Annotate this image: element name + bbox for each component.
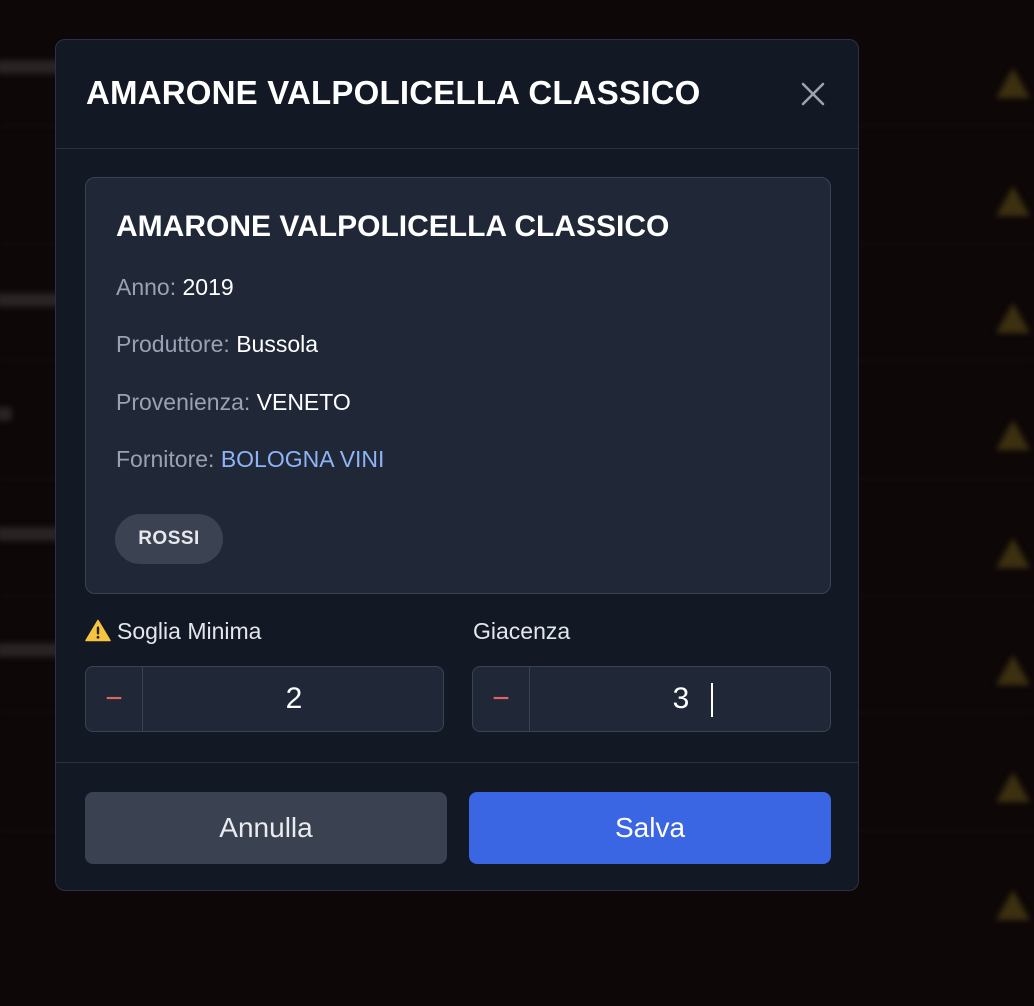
footer-divider xyxy=(56,762,858,763)
origin-label: Provenienza: xyxy=(116,389,251,415)
cancel-button[interactable]: Annulla xyxy=(85,792,447,864)
background-warning-icon xyxy=(996,420,1030,450)
stock-label: Giacenza xyxy=(473,618,571,644)
close-icon xyxy=(801,82,825,106)
supplier-label: Fornitore: xyxy=(116,446,215,472)
text-cursor xyxy=(711,683,713,717)
warning-icon xyxy=(85,619,111,642)
save-button[interactable]: Salva xyxy=(469,792,831,864)
background-warning-icon xyxy=(996,890,1030,920)
producer-label: Produttore: xyxy=(116,331,230,357)
close-button[interactable] xyxy=(796,77,830,111)
category-badge: ROSSI xyxy=(115,514,223,564)
min-threshold-decrement-button[interactable]: − xyxy=(86,667,143,731)
year-value: 2019 xyxy=(182,274,234,300)
origin-value: VENETO xyxy=(256,389,351,415)
producer-row: Produttore: Bussola xyxy=(116,331,318,358)
background-warning-icon xyxy=(996,655,1030,685)
wine-info-card: AMARONE VALPOLICELLA CLASSICO Anno: 2019… xyxy=(85,177,831,594)
year-label: Anno: xyxy=(116,274,177,300)
modal-header: AMARONE VALPOLICELLA CLASSICO xyxy=(56,40,858,149)
origin-row: Provenienza: VENETO xyxy=(116,389,351,416)
year-row: Anno: 2019 xyxy=(116,274,234,301)
min-threshold-input[interactable] xyxy=(144,667,443,731)
min-threshold-label: Soglia Minima xyxy=(85,618,261,645)
background-warning-icon xyxy=(996,186,1030,216)
stock-input[interactable] xyxy=(531,667,830,731)
wine-edit-modal: AMARONE VALPOLICELLA CLASSICO AMARONE VA… xyxy=(55,39,859,891)
producer-value: Bussola xyxy=(236,331,319,357)
stock-stepper: − xyxy=(472,666,831,732)
min-threshold-stepper: − xyxy=(85,666,444,732)
supplier-row: Fornitore: BOLOGNA VINI xyxy=(116,446,384,473)
background-warning-icon xyxy=(996,538,1030,568)
modal-title: AMARONE VALPOLICELLA CLASSICO xyxy=(86,74,701,111)
background-text xyxy=(0,407,12,421)
background-warning-icon xyxy=(996,772,1030,802)
min-threshold-label-text: Soglia Minima xyxy=(117,618,262,644)
background-warning-icon xyxy=(996,68,1030,98)
wine-name: AMARONE VALPOLICELLA CLASSICO xyxy=(116,210,670,243)
background-warning-icon xyxy=(996,303,1030,333)
stock-decrement-button[interactable]: − xyxy=(473,667,530,731)
supplier-link[interactable]: BOLOGNA VINI xyxy=(221,446,385,472)
